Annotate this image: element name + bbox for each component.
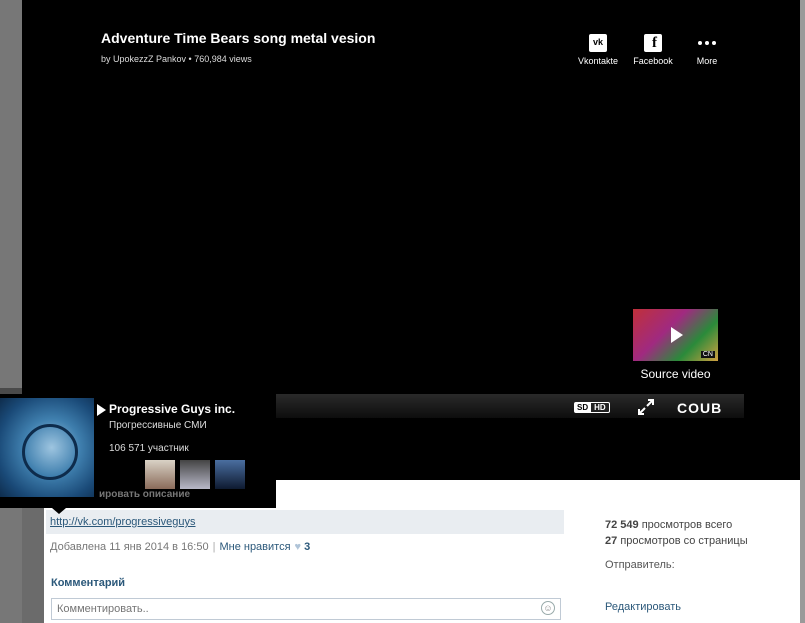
heart-icon[interactable]: ♥ [295,541,302,553]
quality-sd-option[interactable]: SD [574,402,592,413]
quality-toggle[interactable]: SD HD [574,402,610,413]
edit-link[interactable]: Редактировать [605,601,681,613]
member-avatars [145,460,245,489]
hover-card-pointer [52,508,66,514]
comment-input[interactable] [51,598,561,620]
coub-logo[interactable]: COUB [677,400,722,416]
share-vkontakte-button[interactable]: vk Vkontakte [570,34,626,66]
group-link[interactable]: http://vk.com/progressiveguys [50,516,196,528]
total-views-label: просмотров всего [641,519,733,531]
group-avatar[interactable] [0,398,94,497]
share-more-label: More [696,56,718,66]
more-dots-icon [679,34,735,52]
group-members-count[interactable]: 106 571 участник [109,443,189,454]
member-avatar[interactable] [180,460,210,489]
share-vkontakte-label: Vkontakte [577,56,619,66]
share-more-button[interactable]: More [679,34,735,66]
play-icon [671,327,683,343]
post-date: Добавлена 11 янв 2014 в 16:50 [50,541,209,553]
arrow-right-icon [97,404,106,416]
share-facebook-button[interactable]: f Facebook [625,34,681,66]
view-stats: 72 549 просмотров всего 27 просмотров со… [605,517,748,549]
share-facebook-label: Facebook [633,56,673,66]
channel-badge: CN [700,351,715,358]
page-scrollbar-edge [800,0,805,623]
member-avatar[interactable] [215,460,245,489]
group-name[interactable]: Progressive Guys inc. [109,402,235,416]
source-video-label[interactable]: Source video [618,367,733,381]
like-button[interactable]: Мне нравится [219,541,290,553]
post-meta: Добавлена 11 янв 2014 в 16:50 | Мне нравит… [50,541,310,553]
source-video-thumbnail[interactable]: CN [633,309,718,361]
sender-label: Отправитель: [605,559,675,571]
member-avatar[interactable] [145,460,175,489]
emoji-icon[interactable]: ☺ [541,601,555,615]
vk-icon: vk [589,34,607,52]
facebook-icon: f [644,34,662,52]
video-title[interactable]: Adventure Time Bears song metal vesion [101,30,375,46]
edit-description-link[interactable]: ировать описание [99,489,190,500]
comment-heading: Комментарий [51,577,126,589]
total-views-count: 72 549 [605,519,639,531]
post-link-row: http://vk.com/progressiveguys [46,510,564,534]
group-hover-card: Progressive Guys inc. Прогрессивные СМИ … [0,394,276,514]
fullscreen-icon[interactable] [638,399,654,415]
video-byline: by UpokezzZ Pankov • 760,984 views [101,54,252,64]
meta-separator: | [212,541,216,553]
page-views-label: просмотров со страницы [620,535,748,547]
like-count: 3 [304,541,311,553]
page-views-count: 27 [605,535,618,547]
page-background-left [0,0,22,623]
group-type: Прогрессивные СМИ [109,420,207,431]
quality-hd-option[interactable]: HD [591,402,610,413]
